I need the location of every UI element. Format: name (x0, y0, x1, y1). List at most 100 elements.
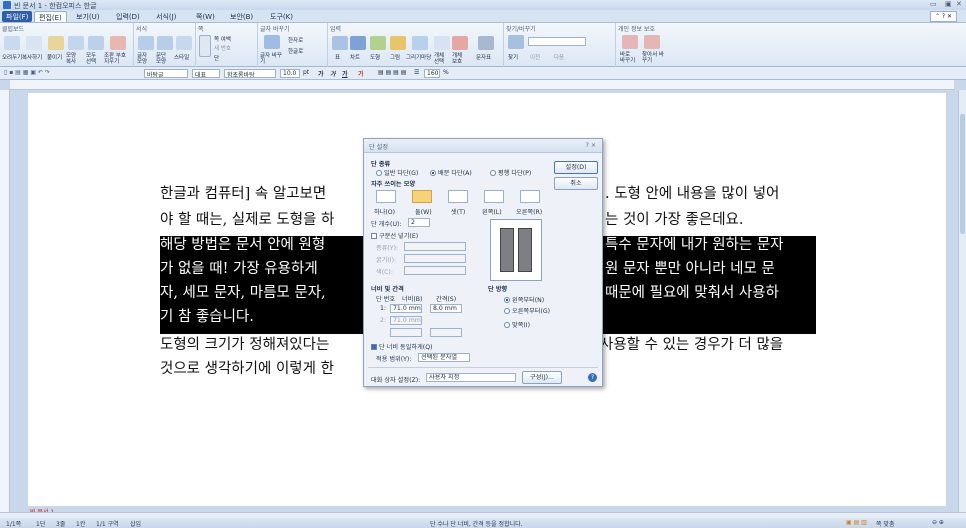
menu-input[interactable]: 입력(D) (112, 11, 144, 22)
privacy-replace-label[interactable]: 바로 바꾸기 (620, 52, 636, 64)
picture-label[interactable]: 그림 (390, 53, 400, 61)
gallery-icon[interactable] (412, 36, 428, 50)
close-icon[interactable]: ✕ (956, 0, 962, 8)
font-select[interactable]: 함초롬바탕 (224, 69, 276, 78)
chart-label[interactable]: 차트 (350, 53, 360, 61)
margin-label[interactable]: 쪽 여백 (214, 35, 231, 43)
privacy-replace-icon[interactable] (622, 35, 638, 49)
settings-button[interactable]: 설정(D) (554, 161, 598, 174)
format-copy-label[interactable]: 모양 복사 (66, 53, 80, 65)
style-select[interactable]: 바탕글 (144, 69, 188, 78)
font-size-input[interactable]: 10.0 (280, 69, 300, 78)
table-icon[interactable] (332, 36, 348, 50)
table-label[interactable]: 표 (335, 53, 340, 61)
char-shape-icon[interactable] (138, 36, 154, 50)
menu-page[interactable]: 쪽(W) (192, 11, 219, 22)
preset-left[interactable] (484, 190, 504, 203)
col-type-distributed[interactable]: 배분 다단(A) (430, 168, 472, 177)
cut-icon[interactable] (4, 36, 20, 50)
to-hanja-label[interactable]: 한자로 (288, 36, 303, 44)
vertical-ruler[interactable] (0, 90, 10, 512)
align-icons[interactable]: ▤ ▤ ▤ ▤ (378, 69, 406, 78)
doc-line-right[interactable]: 는 것이 가장 좋은데요. (605, 211, 744, 231)
preset-three[interactable] (448, 190, 468, 203)
style-label[interactable]: 스타일 (174, 53, 189, 61)
doc-line-right[interactable]: 특수 문자에 내가 원하는 문자 (605, 236, 784, 256)
dialog-help-close-icon[interactable]: ? × (586, 142, 596, 149)
picture-icon[interactable] (390, 36, 406, 50)
object-protect-icon[interactable] (452, 36, 468, 50)
copy-icon[interactable] (26, 36, 42, 50)
zoom-controls-icon[interactable]: ⊖ ⊕ (932, 519, 944, 526)
doc-line[interactable]: 것으로 생각하기에 이렇게 한 (160, 360, 334, 380)
columns-label[interactable]: 단 (214, 54, 219, 62)
shape-label[interactable]: 도형 (370, 53, 380, 61)
line-spacing-icon[interactable]: ☰ (414, 69, 419, 78)
page-icon[interactable] (199, 35, 211, 57)
ribbon-toggle-icon[interactable]: ⌃ ? ✕ (930, 11, 958, 22)
find-icon[interactable] (508, 35, 524, 49)
chart-icon[interactable] (350, 36, 366, 50)
status-insert-mode[interactable]: 삽입 (130, 519, 141, 528)
char-shape-label[interactable]: 글자 모양 (137, 53, 151, 65)
cut-label[interactable]: 오려두기 (2, 53, 22, 61)
menu-format[interactable]: 서식(J) (152, 11, 180, 22)
shape-icon[interactable] (370, 36, 386, 50)
col-type-parallel[interactable]: 평행 다단(P) (490, 168, 531, 177)
find-input[interactable] (528, 37, 586, 46)
menu-security[interactable]: 보안(B) (226, 11, 257, 22)
paste-icon[interactable] (48, 36, 64, 50)
convert-icon[interactable] (264, 35, 280, 49)
col-type-normal[interactable]: 일반 다단(G) (376, 168, 418, 177)
dir-right[interactable]: 오른쪽부터(G) (504, 306, 550, 315)
paste-label[interactable]: 붙이기 (47, 53, 62, 61)
object-select-label[interactable]: 개체 선택 (434, 53, 448, 65)
copy-label[interactable]: 복사하기 (22, 53, 42, 61)
same-width-checkbox[interactable]: 단 너비 동일하게(Q) (371, 342, 432, 351)
col-count-input[interactable]: 2 (408, 218, 430, 227)
zoom-fit-label[interactable]: 쪽 맞춤 (876, 519, 894, 528)
clear-codes-icon[interactable] (110, 36, 126, 50)
menu-edit[interactable]: 편집(E) (34, 11, 67, 22)
col-1-width-input[interactable]: 71.0 mm (390, 304, 422, 313)
find-label[interactable]: 찾기 (508, 53, 518, 61)
to-hangul-label[interactable]: 한글로 (288, 47, 303, 55)
divider-checkbox[interactable]: 구분선 넣기(E) (371, 231, 418, 240)
symbol-label[interactable]: 문자표 (476, 53, 491, 61)
zoom-input[interactable]: 160 (424, 69, 440, 78)
cancel-button[interactable]: 취소 (554, 177, 598, 190)
italic-icon[interactable]: 가 (330, 69, 336, 78)
minimize-icon[interactable]: ▭ (930, 0, 937, 8)
doc-line[interactable]: 야 할 때는, 실제로 도형을 하 (160, 211, 334, 231)
para-shape-icon[interactable] (157, 36, 173, 50)
privacy-find-label[interactable]: 찾아서 바꾸기 (642, 52, 664, 64)
preset-two[interactable] (412, 190, 432, 203)
bold-icon[interactable]: 가 (318, 69, 324, 78)
privacy-find-icon[interactable] (644, 35, 660, 49)
format-copy-icon[interactable] (68, 36, 84, 50)
doc-line-right[interactable]: . 도형 안에 내용을 많이 넣어 (605, 185, 779, 205)
apply-range-select[interactable]: 선택된 문자열 (418, 353, 470, 362)
view-mode-icons[interactable]: ▣ ▤ ▥ (846, 519, 867, 526)
para-shape-label[interactable]: 문단 모양 (156, 53, 170, 65)
dir-left[interactable]: 왼쪽부터(N) (504, 295, 544, 304)
dir-facing[interactable]: 맞쪽(I) (504, 320, 530, 329)
compose-button[interactable]: 구성(J)... (522, 371, 562, 384)
clear-codes-label[interactable]: 조판 부호 지우기 (104, 53, 132, 65)
convert-label[interactable]: 글자 바꾸기 (260, 53, 282, 65)
restore-icon[interactable]: ▣ (945, 0, 952, 8)
underline-icon[interactable]: 가 (342, 69, 348, 78)
select-all-icon[interactable] (88, 36, 104, 50)
help-icon[interactable]: ? (588, 373, 597, 382)
select-all-label[interactable]: 모두 선택 (86, 53, 100, 65)
menu-tools[interactable]: 도구(K) (266, 11, 297, 22)
menu-file[interactable]: 파일(F) (2, 11, 33, 22)
gallery-label[interactable]: 그리기마당 (406, 53, 431, 61)
quick-access-icons[interactable]: ▯ ▪ ▤ ▦ ▣ ↶ ↷ (4, 69, 50, 78)
preset-one[interactable] (376, 190, 396, 203)
doc-line-right[interactable]: 때문에 필요에 맞춰서 사용하 (605, 284, 779, 304)
text-color-icon[interactable]: 가 (358, 69, 364, 78)
doc-line[interactable]: 도형의 크기가 정해져있다는 (160, 336, 329, 356)
dialog-setting-select[interactable]: 사용자 지정 (426, 373, 516, 382)
doc-line[interactable]: 한글과 컴퓨터] 속 알고보면 (160, 185, 326, 205)
